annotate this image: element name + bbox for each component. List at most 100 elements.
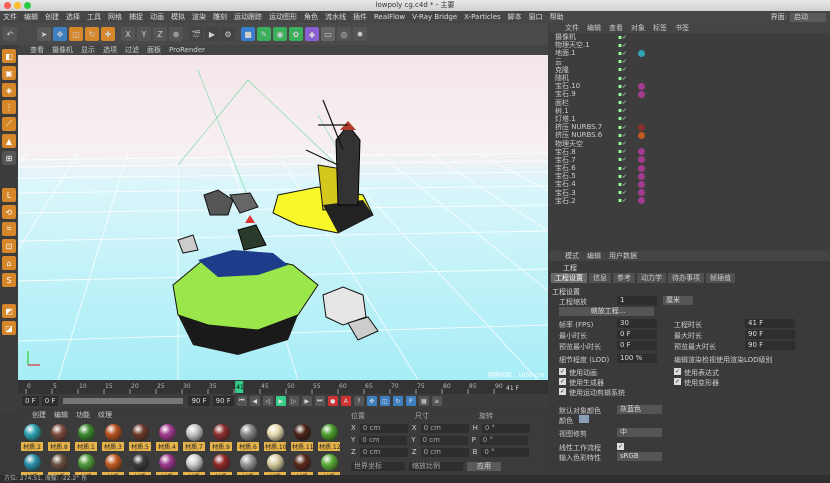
visibility-check-icon[interactable]: ▪✓	[618, 58, 627, 65]
material-tag-icon[interactable]	[638, 180, 645, 188]
material-swatch[interactable]: 材质.9	[210, 424, 232, 451]
checkbox[interactable]: ✓	[559, 378, 566, 385]
view-clip-select[interactable]: 中	[617, 428, 662, 437]
min-time-field[interactable]: 0 F	[617, 330, 657, 339]
nurbs-icon[interactable]: ◉	[273, 27, 287, 41]
coord-field[interactable]: 0 cm	[419, 435, 468, 445]
move-gizmo-icon[interactable]: ✚	[101, 27, 115, 41]
render-picture-icon[interactable]: ▶	[205, 27, 219, 41]
visibility-check-icon[interactable]: ▪✓	[618, 99, 627, 106]
object-row[interactable]: 宝石.4 ▪✓	[549, 180, 830, 188]
visibility-check-icon[interactable]: ▪✓	[618, 91, 627, 98]
texture-mode-icon[interactable]: ◈	[2, 83, 16, 97]
coord-field[interactable]: 0 cm	[420, 447, 469, 457]
visibility-check-icon[interactable]: ▪✓	[618, 124, 627, 131]
attribute-menu-item[interactable]: 用户数据	[609, 251, 637, 261]
coordinate-system-icon[interactable]: ⊕	[169, 27, 183, 41]
coord-field[interactable]: 0 cm	[359, 435, 408, 445]
autokey-icon[interactable]: A	[340, 396, 351, 406]
menu-item[interactable]: 渲染	[192, 12, 206, 22]
visibility-check-icon[interactable]: ▪✓	[618, 165, 627, 172]
visibility-check-icon[interactable]: ▪✓	[618, 115, 627, 122]
object-row[interactable]: 宝石.6 ▪✓	[549, 164, 830, 172]
close-window-button[interactable]	[4, 2, 11, 9]
object-row[interactable]: 宝石.8 ▪✓	[549, 148, 830, 156]
object-menu-item[interactable]: 书签	[675, 23, 689, 33]
material-tag-icon[interactable]	[638, 156, 645, 164]
object-name[interactable]: 宝石.2	[555, 196, 576, 206]
menu-item[interactable]: RealFlow	[374, 13, 405, 21]
polygons-mode-icon[interactable]: ▲	[2, 134, 16, 148]
object-menu-item[interactable]: 编辑	[587, 23, 601, 33]
object-row[interactable]: 地面.1 ▪✓	[549, 49, 830, 57]
color-swatch[interactable]	[579, 415, 589, 423]
cube-icon[interactable]: ■	[241, 27, 255, 41]
play-icon[interactable]: ▶	[275, 396, 286, 406]
default-color-select[interactable]: 灰蓝色	[617, 405, 662, 414]
material-swatch[interactable]: 材质.3	[102, 424, 124, 451]
apply-button[interactable]: 应用	[467, 461, 501, 471]
snap-icon[interactable]: ⌗	[2, 222, 16, 236]
material-swatch[interactable]: 材质.10	[264, 424, 286, 451]
render-settings-icon[interactable]: ⚙	[221, 27, 235, 41]
next-key-icon[interactable]: ▶	[301, 396, 312, 406]
linear-workflow-checkbox[interactable]: ✓	[617, 443, 624, 450]
magnet-icon[interactable]: S	[2, 273, 16, 287]
object-row[interactable]: 宝石.2 ▪✓	[549, 197, 830, 205]
preview-range-slider[interactable]	[63, 398, 184, 404]
attribute-tab[interactable]: 帧插值	[706, 273, 735, 283]
viewport-menu-item[interactable]: 摄像机	[52, 45, 73, 55]
checkbox[interactable]: ✓	[559, 368, 566, 375]
scene-icon[interactable]: ▭	[321, 27, 335, 41]
zoom-window-button[interactable]	[24, 2, 31, 9]
menu-item[interactable]: 流水线	[325, 12, 346, 22]
visibility-check-icon[interactable]: ▪✓	[618, 173, 627, 180]
material-menu-item[interactable]: 编辑	[54, 410, 68, 420]
preview-end-field[interactable]: 90 F	[188, 396, 210, 406]
key-pla-icon[interactable]: ▦	[418, 396, 429, 406]
coord-mode-select[interactable]: 世界坐标	[351, 461, 405, 471]
material-menu-item[interactable]: 功能	[76, 410, 90, 420]
preview-start-field[interactable]: 0 F	[41, 396, 59, 406]
menu-item[interactable]: 运动跟踪	[234, 12, 262, 22]
object-row[interactable]: 宝石.7 ▪✓	[549, 156, 830, 164]
viewport-menu-item[interactable]: 显示	[81, 45, 95, 55]
array-icon[interactable]: ✿	[289, 27, 303, 41]
menu-item[interactable]: X-Particles	[464, 13, 500, 21]
object-row[interactable]: 树.1 ▪✓	[549, 107, 830, 115]
menu-item[interactable]: 窗口	[529, 12, 543, 22]
deformer-icon[interactable]: ◆	[305, 27, 319, 41]
undo-icon[interactable]: ↶	[3, 27, 17, 41]
object-row[interactable]: 宝石.3 ▪✓	[549, 189, 830, 197]
viewport-menu-item[interactable]: 面板	[147, 45, 161, 55]
light-icon[interactable]: ✹	[353, 27, 367, 41]
attribute-tab[interactable]: 参考	[613, 273, 635, 283]
material-swatch[interactable]: 材质.2	[21, 424, 43, 451]
input-color-select[interactable]: sRGB	[617, 452, 662, 461]
brush-icon[interactable]: ◪	[2, 321, 16, 335]
interface-select[interactable]: 启动	[790, 12, 826, 22]
menu-item[interactable]: V-Ray Bridge	[412, 13, 457, 21]
menu-item[interactable]: 插件	[353, 12, 367, 22]
visibility-check-icon[interactable]: ▪✓	[618, 148, 627, 155]
visibility-check-icon[interactable]: ▪✓	[618, 42, 627, 49]
menu-item[interactable]: 雕刻	[213, 12, 227, 22]
material-tag-icon[interactable]	[638, 148, 645, 156]
object-menu-item[interactable]: 对象	[631, 23, 645, 33]
material-menu-item[interactable]: 创建	[32, 410, 46, 420]
fps-field[interactable]: 30	[617, 319, 657, 328]
axis-z-icon[interactable]: Z	[153, 27, 167, 41]
attribute-menu-item[interactable]: 模式	[565, 251, 579, 261]
start-frame-field[interactable]: 0 F	[22, 396, 39, 406]
menu-item[interactable]: 角色	[304, 12, 318, 22]
menu-item[interactable]: 编辑	[24, 12, 38, 22]
visibility-check-icon[interactable]: ▪✓	[618, 66, 627, 73]
object-row[interactable]: 云 ▪✓	[549, 58, 830, 66]
project-time-field[interactable]: 41 F	[745, 319, 795, 328]
attribute-menu-item[interactable]: 编辑	[587, 251, 601, 261]
axis-mode-icon[interactable]: L	[2, 188, 16, 202]
prev-frame-icon[interactable]: ◁	[262, 396, 273, 406]
menu-item[interactable]: 创建	[45, 12, 59, 22]
object-row[interactable]: 物理天空 ▪✓	[549, 139, 830, 148]
material-tag-icon[interactable]	[638, 131, 645, 139]
